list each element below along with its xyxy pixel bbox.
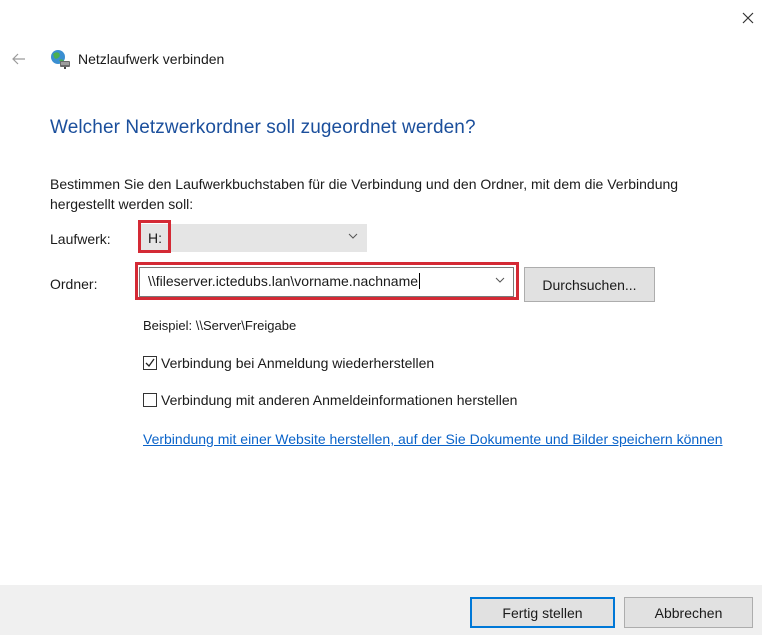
page-heading: Welcher Netzwerkordner soll zugeordnet w… (50, 117, 476, 138)
different-credentials-label: Verbindung mit anderen Anmeldeinformatio… (161, 392, 518, 408)
website-connection-link[interactable]: Verbindung mit einer Website herstellen,… (143, 429, 723, 450)
folder-label: Ordner: (50, 276, 98, 292)
chevron-down-icon (348, 233, 358, 239)
checkbox-checked[interactable] (143, 356, 157, 370)
reconnect-label: Verbindung bei Anmeldung wiederherstelle… (161, 355, 435, 371)
reconnect-at-signin-checkbox[interactable]: Verbindung bei Anmeldung wiederherstelle… (143, 355, 434, 371)
drive-letter-select[interactable]: H: (139, 224, 367, 252)
different-credentials-checkbox[interactable]: Verbindung mit anderen Anmeldeinformatio… (143, 392, 517, 408)
drive-letter-value: H: (148, 230, 162, 246)
checkmark-icon (145, 358, 155, 368)
network-drive-icon (51, 50, 70, 69)
close-icon (742, 12, 754, 24)
example-text: Beispiel: \\Server\Freigabe (143, 318, 297, 333)
drive-label: Laufwerk: (50, 231, 111, 247)
map-network-drive-dialog: Netzlaufwerk verbinden Welcher Netzwerko… (0, 0, 762, 635)
description-text: Bestimmen Sie den Laufwerkbuchstaben für… (50, 176, 679, 212)
window-title: Netzlaufwerk verbinden (78, 51, 225, 67)
folder-path-input[interactable]: \\fileserver.ictedubs.lan\vorname.nachna… (139, 267, 514, 297)
checkbox-unchecked[interactable] (143, 393, 157, 407)
close-button[interactable] (734, 4, 762, 32)
browse-button[interactable]: Durchsuchen... (524, 267, 655, 302)
back-button[interactable] (10, 50, 28, 68)
cancel-button[interactable]: Abbrechen (624, 597, 753, 628)
chevron-down-icon[interactable] (495, 277, 505, 283)
folder-path-value: \\fileserver.ictedubs.lan\vorname.nachna… (148, 273, 421, 289)
finish-button[interactable]: Fertig stellen (470, 597, 615, 628)
back-arrow-icon (12, 53, 25, 65)
